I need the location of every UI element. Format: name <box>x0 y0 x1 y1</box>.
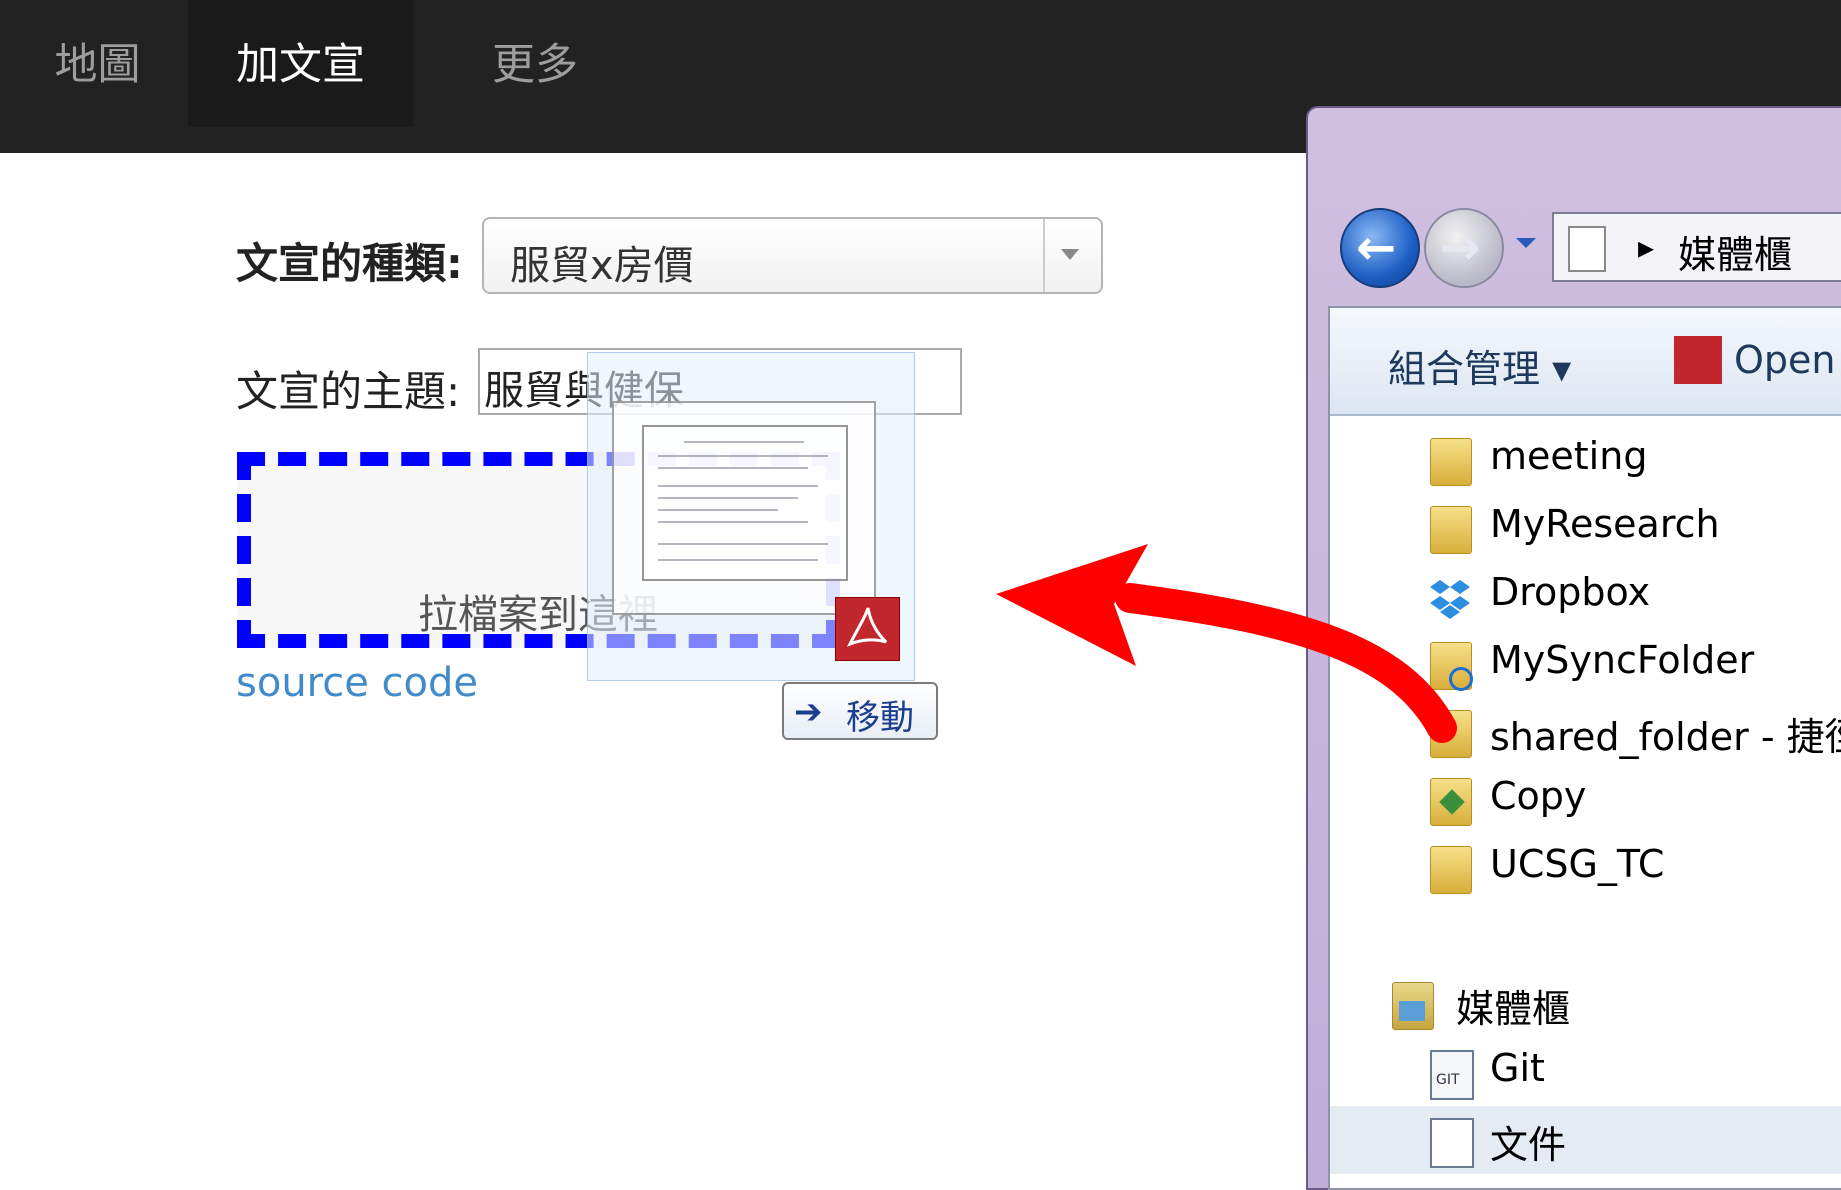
red-annotation-arrow <box>996 544 1457 743</box>
